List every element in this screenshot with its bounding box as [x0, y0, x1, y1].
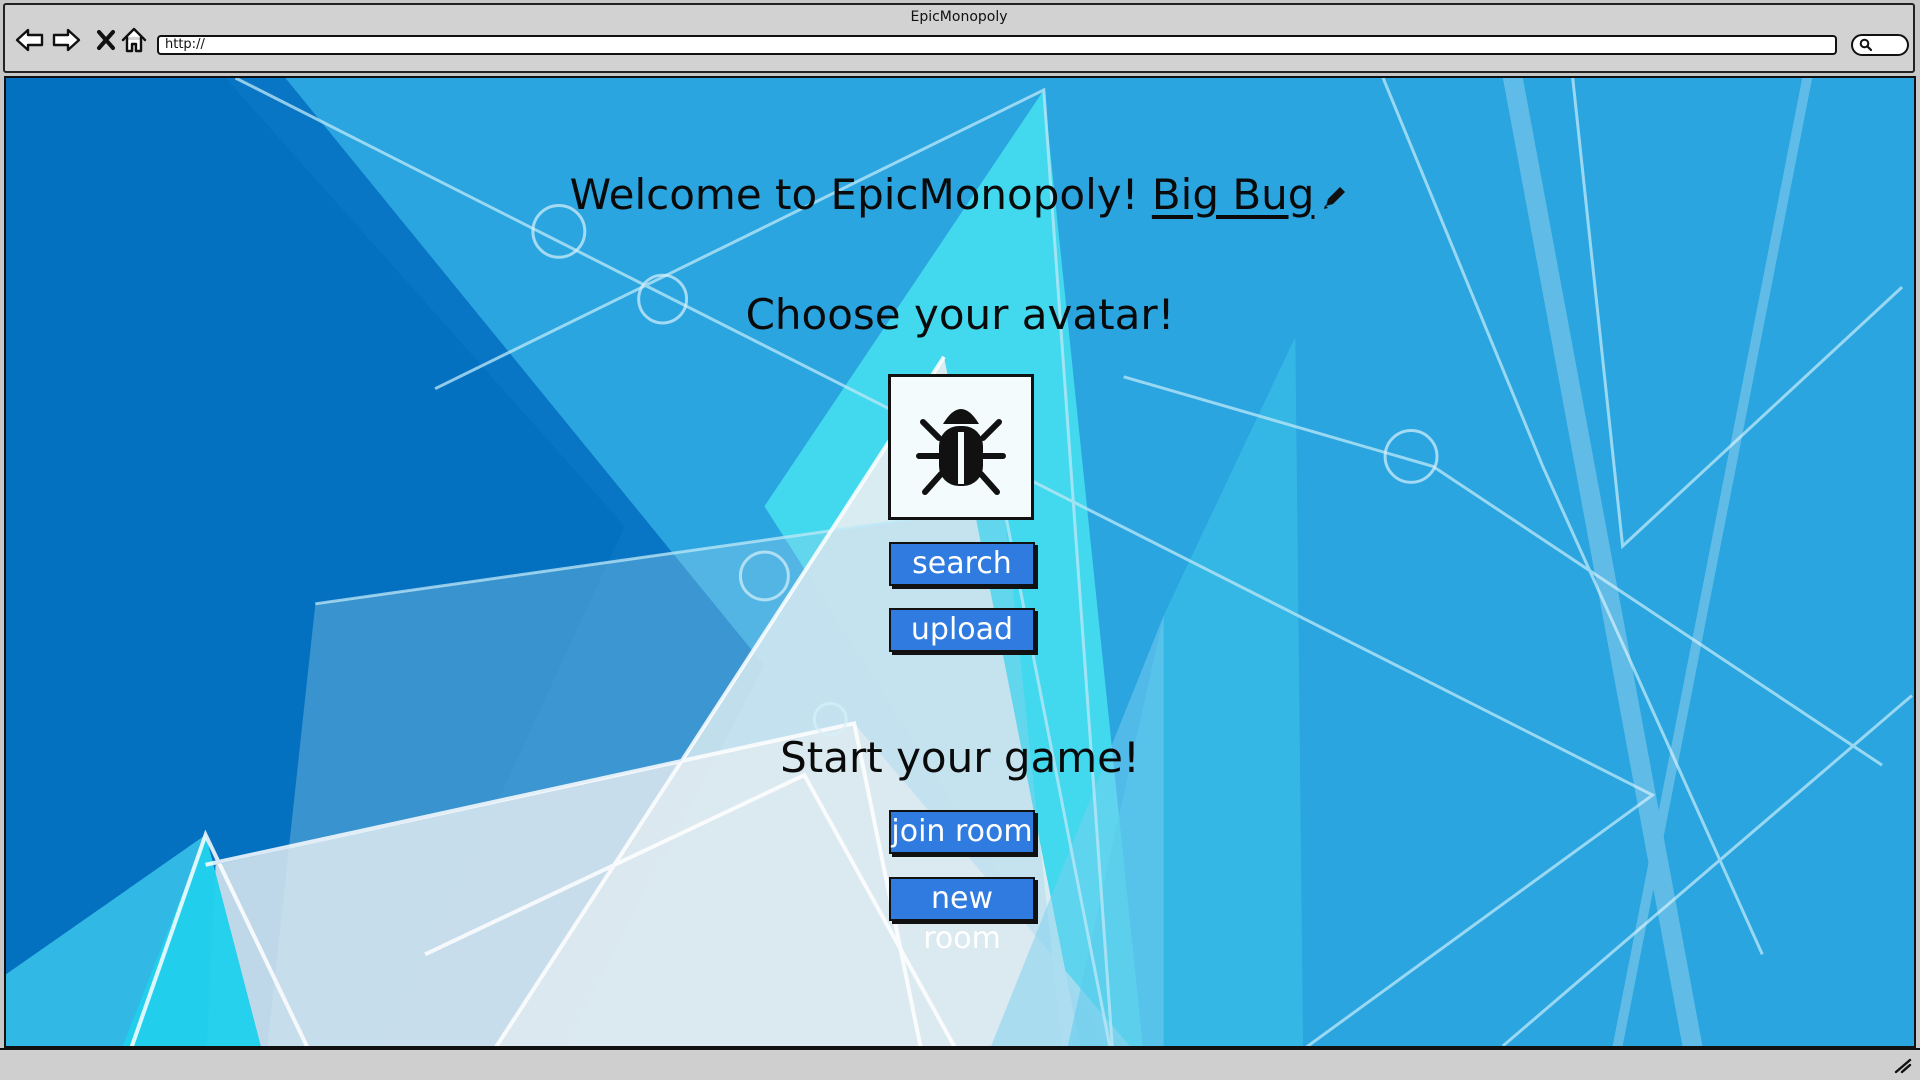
url-input[interactable]: http://	[157, 35, 1837, 55]
back-arrow-icon[interactable]	[15, 25, 45, 55]
upload-avatar-button[interactable]: upload	[889, 608, 1035, 652]
avatar-preview[interactable]	[888, 374, 1034, 520]
pencil-icon[interactable]	[1320, 173, 1350, 222]
search-icon	[1859, 38, 1873, 52]
welcome-heading: Welcome to EpicMonopoly! Big Bug	[6, 170, 1914, 222]
browser-search-field[interactable]	[1851, 34, 1909, 56]
page-viewport: Welcome to EpicMonopoly! Big Bug Choose …	[4, 76, 1916, 1048]
close-icon[interactable]	[91, 25, 121, 55]
avatar-heading: Choose your avatar!	[745, 290, 1175, 339]
home-icon[interactable]	[119, 25, 149, 55]
bug-icon	[916, 409, 1006, 495]
resize-grip-icon[interactable]	[1892, 1056, 1912, 1074]
new-room-button[interactable]: new room	[889, 877, 1035, 956]
window-title: EpicMonopoly	[910, 9, 1008, 25]
browser-window: EpicMonopoly http:// Welcome to EpicMono…	[0, 0, 1920, 1080]
status-bar	[0, 1048, 1920, 1080]
search-avatar-button[interactable]: search	[889, 542, 1035, 586]
welcome-text: Welcome to EpicMonopoly!	[569, 170, 1139, 219]
username-link[interactable]: Big Bug	[1152, 170, 1315, 219]
game-heading: Start your game!	[780, 733, 1140, 782]
forward-arrow-icon[interactable]	[51, 25, 81, 55]
main-content: Welcome to EpicMonopoly! Big Bug Choose …	[6, 78, 1914, 1046]
browser-toolbar: EpicMonopoly http://	[3, 3, 1915, 73]
join-room-button[interactable]: join room	[889, 810, 1035, 854]
